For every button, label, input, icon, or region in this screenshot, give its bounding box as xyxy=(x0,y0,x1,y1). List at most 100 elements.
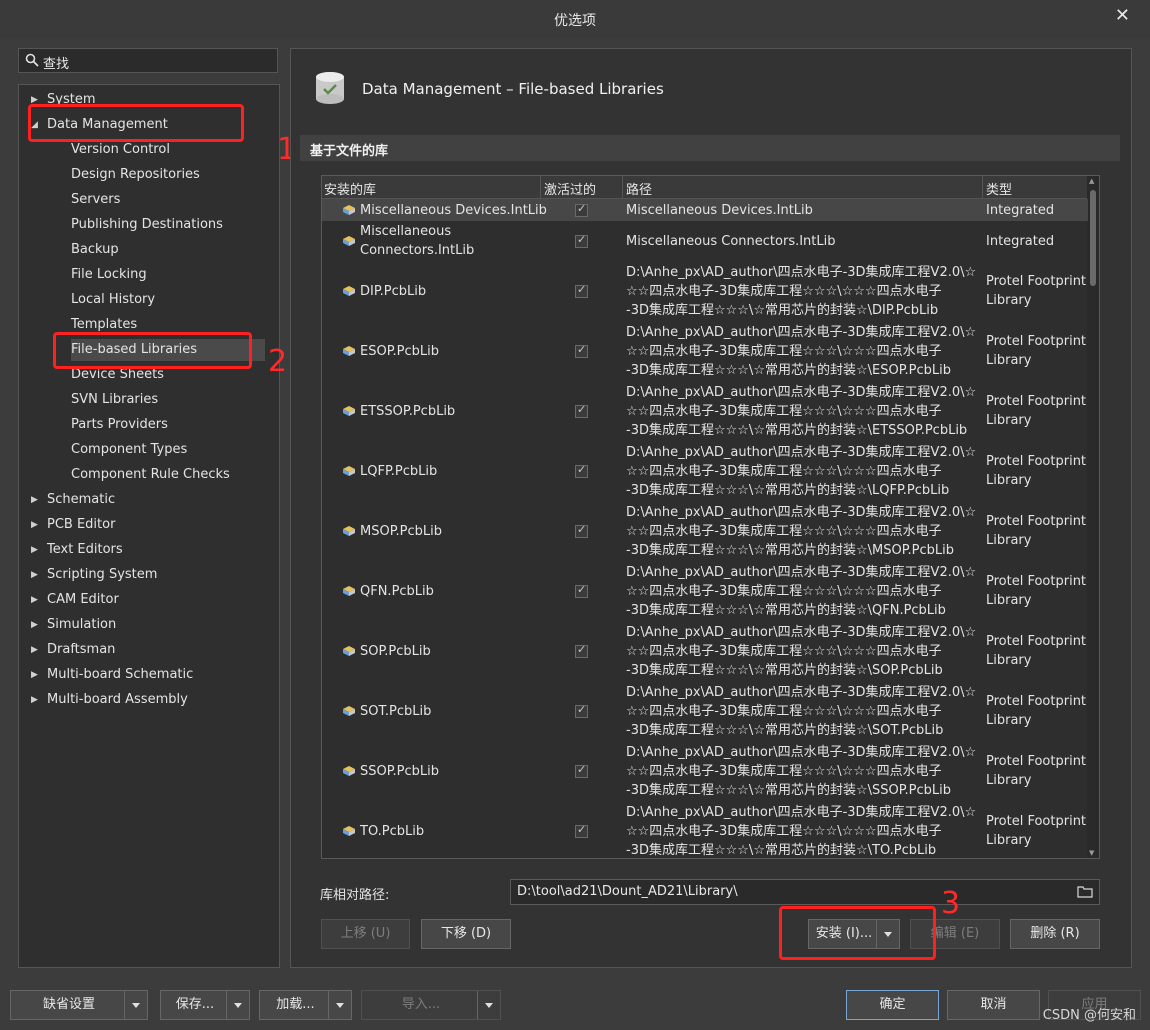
preferences-tree[interactable]: ▶ System ◢ Data Management Version Control De… xyxy=(18,84,280,968)
edit-button[interactable]: 编辑 (E) xyxy=(910,919,1000,949)
collapsed-triangle-icon[interactable]: ▶ xyxy=(31,539,38,561)
relative-path-field[interactable]: D:\tool\ad21\Dount_AD21\Library\ xyxy=(510,879,1100,905)
tree-item[interactable]: Component Types xyxy=(71,439,187,461)
libraries-table[interactable]: 安装的库 激活过的 路径 类型 ▲ ▼ Miscellaneous Device… xyxy=(321,175,1100,859)
active-checkbox[interactable] xyxy=(575,343,588,358)
collapsed-triangle-icon[interactable]: ▶ xyxy=(31,589,38,611)
import-button[interactable]: 导入... xyxy=(361,990,501,1020)
table-row[interactable]: DIP.PcbLib D:\Anhe_px\AD_author\四点水电子-3D集… xyxy=(322,261,1088,321)
search-input[interactable]: 查找 xyxy=(18,48,278,73)
table-row[interactable]: Miscellaneous Devices.IntLib Miscellaneou… xyxy=(322,199,1088,221)
table-row[interactable]: SOT.PcbLib D:\Anhe_px\AD_author\四点水电子-3D集… xyxy=(322,681,1088,741)
active-checkbox[interactable] xyxy=(575,703,588,718)
table-row[interactable]: ETSSOP.PcbLib D:\Anhe_px\AD_author\四点水电子-… xyxy=(322,381,1088,441)
tree-item[interactable]: ▶ Schematic xyxy=(31,489,115,511)
tree-item[interactable]: Version Control xyxy=(71,139,170,161)
column-header-installed[interactable]: 安装的库 xyxy=(324,179,376,198)
library-name: Miscellaneous Devices.IntLib xyxy=(360,202,547,218)
table-row[interactable]: MSOP.PcbLib D:\Anhe_px\AD_author\四点水电子-3D… xyxy=(322,501,1088,561)
tree-item[interactable]: Backup xyxy=(71,239,119,261)
tree-item-label: Servers xyxy=(71,192,121,207)
tree-item[interactable]: ▶ Scripting System xyxy=(31,564,157,586)
collapsed-triangle-icon[interactable]: ▶ xyxy=(31,639,38,661)
tree-item[interactable]: Servers xyxy=(71,189,120,211)
table-scrollbar[interactable]: ▲ ▼ xyxy=(1087,176,1099,858)
tree-item[interactable]: File Locking xyxy=(71,264,147,286)
collapsed-triangle-icon[interactable]: ▶ xyxy=(31,514,38,536)
collapsed-triangle-icon[interactable]: ▶ xyxy=(31,89,38,111)
tree-item[interactable]: Parts Providers xyxy=(71,414,168,436)
column-header-active[interactable]: 激活过的 xyxy=(544,179,596,198)
library-name: LQFP.PcbLib xyxy=(360,463,438,479)
tree-item[interactable]: SVN Libraries xyxy=(71,389,158,411)
collapsed-triangle-icon[interactable]: ▶ xyxy=(31,489,38,511)
tree-item-label: Publishing Destinations xyxy=(71,217,223,232)
save-dropdown-chevron-icon[interactable] xyxy=(226,991,249,1019)
tree-item[interactable]: ▶ PCB Editor xyxy=(31,514,115,536)
tree-item[interactable]: ◢ Data Management xyxy=(31,114,168,136)
tree-item[interactable]: Component Rule Checks xyxy=(71,464,230,486)
tree-item-label: CAM Editor xyxy=(47,592,119,607)
library-path: D:\Anhe_px\AD_author\四点水电子-3D集成库工程V2.0\☆… xyxy=(626,384,977,438)
active-checkbox[interactable] xyxy=(575,283,588,298)
tree-item[interactable]: ▶ Draftsman xyxy=(31,639,115,661)
tree-item[interactable]: ▶ System xyxy=(31,89,95,111)
table-row[interactable]: SSOP.PcbLib D:\Anhe_px\AD_author\四点水电子-3D… xyxy=(322,741,1088,801)
library-book-icon xyxy=(343,406,355,416)
tree-item[interactable]: Local History xyxy=(71,289,155,311)
close-icon[interactable]: ✕ xyxy=(1115,5,1130,26)
folder-open-icon[interactable] xyxy=(1077,885,1093,898)
tree-item[interactable]: ▶ Simulation xyxy=(31,614,116,636)
active-checkbox[interactable] xyxy=(575,523,588,538)
active-checkbox[interactable] xyxy=(575,583,588,598)
load-dropdown-chevron-icon[interactable] xyxy=(328,991,351,1019)
cancel-button[interactable]: 取消 xyxy=(947,990,1040,1020)
move-up-button[interactable]: 上移 (U) xyxy=(321,919,410,949)
table-row[interactable]: SOP.PcbLib D:\Anhe_px\AD_author\四点水电子-3D集… xyxy=(322,621,1088,681)
active-checkbox[interactable] xyxy=(575,463,588,478)
collapsed-triangle-icon[interactable]: ▶ xyxy=(31,564,38,586)
active-checkbox[interactable] xyxy=(575,763,588,778)
load-button[interactable]: 加载... xyxy=(259,990,352,1020)
library-type: Protel Footprint Library xyxy=(986,334,1087,368)
import-dropdown-chevron-icon[interactable] xyxy=(477,991,500,1019)
table-row[interactable]: ESOP.PcbLib D:\Anhe_px\AD_author\四点水电子-3D… xyxy=(322,321,1088,381)
table-row[interactable]: QFN.PcbLib D:\Anhe_px\AD_author\四点水电子-3D集… xyxy=(322,561,1088,621)
tree-item-label: Multi-board Assembly xyxy=(47,692,188,707)
library-type: Protel Footprint Library xyxy=(986,394,1087,428)
tree-item[interactable]: ▶ Text Editors xyxy=(31,539,123,561)
remove-button[interactable]: 删除 (R) xyxy=(1010,919,1100,949)
save-button[interactable]: 保存... xyxy=(160,990,250,1020)
install-button[interactable]: 安装 (I)... xyxy=(808,919,900,949)
relative-path-label: 库相对路径: xyxy=(320,888,390,903)
tree-item-label: Data Management xyxy=(47,117,168,132)
tree-item[interactable]: Device Sheets xyxy=(71,364,164,386)
expanded-triangle-icon[interactable]: ◢ xyxy=(31,114,38,136)
collapsed-triangle-icon[interactable]: ▶ xyxy=(31,614,38,636)
collapsed-triangle-icon[interactable]: ▶ xyxy=(31,664,38,686)
collapsed-triangle-icon[interactable]: ▶ xyxy=(31,689,38,711)
column-header-path[interactable]: 路径 xyxy=(626,179,652,198)
tree-item[interactable]: ▶ Multi-board Schematic xyxy=(31,664,193,686)
defaults-button[interactable]: 缺省设置 xyxy=(10,990,148,1020)
tree-item[interactable]: Templates xyxy=(71,314,137,336)
table-row[interactable]: TO.PcbLib D:\Anhe_px\AD_author\四点水电子-3D集成… xyxy=(322,801,1088,858)
table-row[interactable]: Miscellaneous Connectors.IntLib Miscellan… xyxy=(322,221,1088,261)
tree-item[interactable]: ▶ Multi-board Assembly xyxy=(31,689,188,711)
move-down-button[interactable]: 下移 (D) xyxy=(421,919,511,949)
table-row[interactable]: LQFP.PcbLib D:\Anhe_px\AD_author\四点水电子-3D… xyxy=(322,441,1088,501)
active-checkbox[interactable] xyxy=(575,233,588,248)
active-checkbox[interactable] xyxy=(575,823,588,838)
tree-item[interactable]: Design Repositories xyxy=(71,164,200,186)
install-dropdown-chevron-icon[interactable] xyxy=(876,920,899,948)
active-checkbox[interactable] xyxy=(575,643,588,658)
tree-item[interactable]: Publishing Destinations xyxy=(71,214,223,236)
defaults-dropdown-chevron-icon[interactable] xyxy=(124,991,147,1019)
column-header-type[interactable]: 类型 xyxy=(986,179,1012,198)
active-checkbox[interactable] xyxy=(575,403,588,418)
tree-item-label: Text Editors xyxy=(47,542,123,557)
active-checkbox[interactable] xyxy=(575,202,588,217)
ok-button[interactable]: 确定 xyxy=(846,990,939,1020)
tree-item[interactable]: File-based Libraries xyxy=(71,339,265,361)
tree-item[interactable]: ▶ CAM Editor xyxy=(31,589,119,611)
